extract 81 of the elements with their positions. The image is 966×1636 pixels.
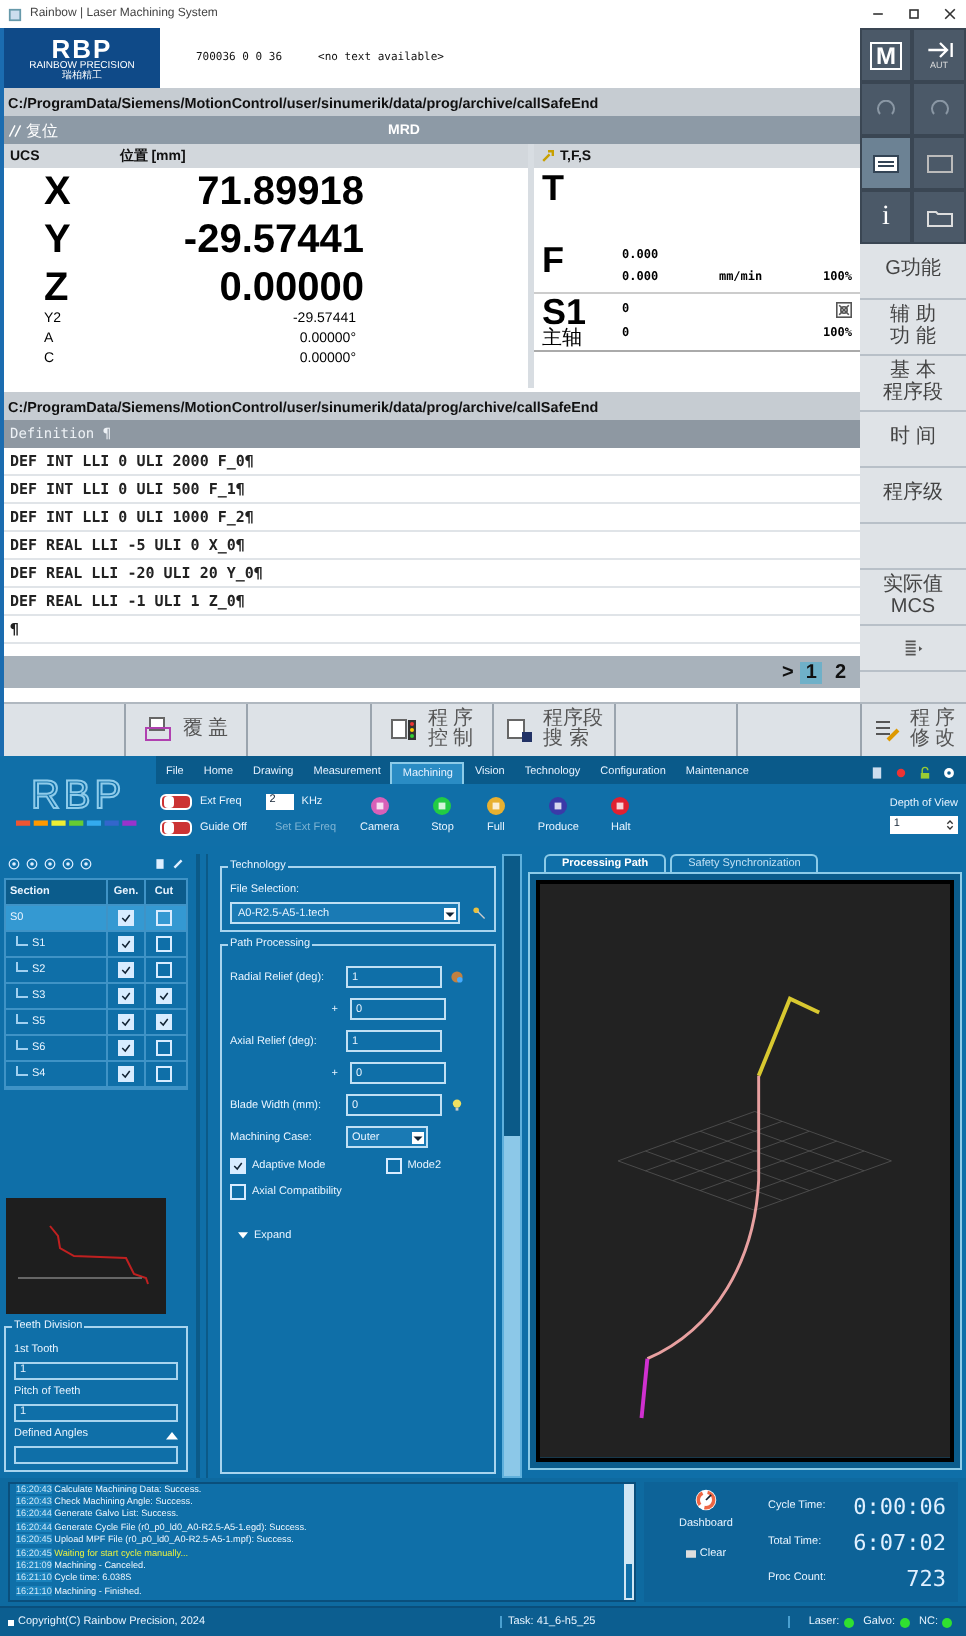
feed-label: F	[542, 240, 566, 284]
stat-value: 723	[906, 1565, 946, 1592]
app-icon	[8, 7, 22, 21]
spindle-label: S1	[542, 294, 589, 330]
page-tab[interactable]: 2	[828, 661, 852, 683]
checkbox[interactable]	[118, 1066, 134, 1083]
collapse-icon[interactable]	[166, 1429, 178, 1440]
document-icon	[505, 716, 534, 745]
tray-icon	[144, 716, 173, 745]
softkey[interactable]: 程 序 修 改	[861, 704, 966, 756]
toolbar-key[interactable]	[860, 136, 912, 190]
page-prefix: >	[782, 661, 794, 683]
softkey[interactable]: 基 本 程序段	[860, 356, 966, 412]
toolbar-key[interactable]	[912, 190, 966, 244]
screen-icon	[872, 153, 900, 173]
axis-value: 71.89918	[195, 172, 364, 212]
spinner-icon[interactable]	[945, 817, 954, 832]
redo-icon	[925, 99, 953, 119]
checkbox[interactable]	[156, 1066, 172, 1083]
checkbox[interactable]	[118, 1040, 134, 1057]
ext-freq-toggle[interactable]	[160, 794, 192, 811]
tool-icon	[540, 148, 556, 164]
clear-icon[interactable]	[685, 1550, 696, 1559]
angles-field[interactable]	[14, 1446, 178, 1465]
guide-toggle[interactable]	[160, 820, 192, 837]
toolbar-key[interactable]: M	[860, 28, 912, 82]
reset-icon	[8, 123, 22, 137]
toolbar-key[interactable]	[912, 136, 966, 190]
checkbox[interactable]	[156, 936, 172, 953]
arrow-icon	[925, 40, 953, 60]
checkbox[interactable]	[230, 1158, 246, 1175]
checkbox[interactable]	[118, 962, 134, 979]
checkbox[interactable]	[385, 1158, 402, 1175]
document-icon[interactable]	[870, 765, 884, 779]
toolbar-key[interactable]: i	[860, 190, 912, 244]
undo-icon	[872, 99, 900, 119]
checkbox[interactable]	[118, 936, 134, 953]
bulb-icon[interactable]	[450, 1098, 464, 1113]
scrollbar[interactable]	[502, 854, 522, 1479]
axis-value: -29.57441	[181, 220, 364, 260]
checkbox[interactable]	[118, 910, 134, 927]
axis-name: Z	[44, 268, 71, 308]
axis-name: X	[44, 172, 73, 212]
dropdown-arrow-icon[interactable]	[444, 907, 456, 920]
dropdown-arrow-icon[interactable]	[412, 1131, 424, 1144]
close-icon[interactable]	[942, 6, 958, 22]
checkbox[interactable]	[118, 988, 134, 1005]
softkey[interactable]: 实际值 MCS	[860, 570, 966, 626]
maximize-icon[interactable]	[906, 6, 922, 22]
checkbox[interactable]	[156, 1014, 172, 1031]
checkbox[interactable]	[156, 962, 172, 979]
stat-value: 0:00:06	[853, 1493, 946, 1520]
settings-icon[interactable]	[942, 765, 956, 779]
clipboard-icon[interactable]	[154, 858, 166, 871]
lock-icon[interactable]	[918, 765, 932, 779]
gauge-icon[interactable]	[694, 1488, 718, 1513]
window-icon	[925, 153, 953, 173]
folder-icon	[925, 207, 953, 227]
edit-icon	[871, 716, 900, 745]
tool-label: T	[542, 168, 564, 208]
checkbox[interactable]	[118, 1014, 134, 1031]
stat-value: 6:07:02	[853, 1529, 946, 1556]
expand-arrow-icon[interactable]	[238, 1232, 248, 1241]
rainbow-stripe-drawing	[16, 819, 140, 828]
checkbox[interactable]	[230, 1184, 246, 1201]
app-logo: RBP	[30, 775, 126, 816]
spindle-name: 主轴	[542, 330, 584, 350]
softkey[interactable]: 辅 助 功 能	[860, 300, 966, 356]
brush-icon[interactable]	[172, 858, 184, 871]
axis-name: Y	[44, 220, 73, 260]
list-arrow-icon	[903, 638, 923, 658]
spindle-stop-icon	[836, 302, 852, 318]
traffic-light-icon	[389, 716, 418, 745]
checkbox[interactable]	[156, 1040, 172, 1057]
checkbox[interactable]	[156, 988, 172, 1005]
reset-status: 复位	[26, 119, 58, 141]
page-tab[interactable]: 1	[799, 661, 823, 683]
axis-value: 0.00000	[217, 268, 364, 308]
checkbox[interactable]	[156, 910, 172, 927]
scrollbar[interactable]	[624, 1484, 634, 1601]
key-icon[interactable]	[472, 906, 486, 921]
